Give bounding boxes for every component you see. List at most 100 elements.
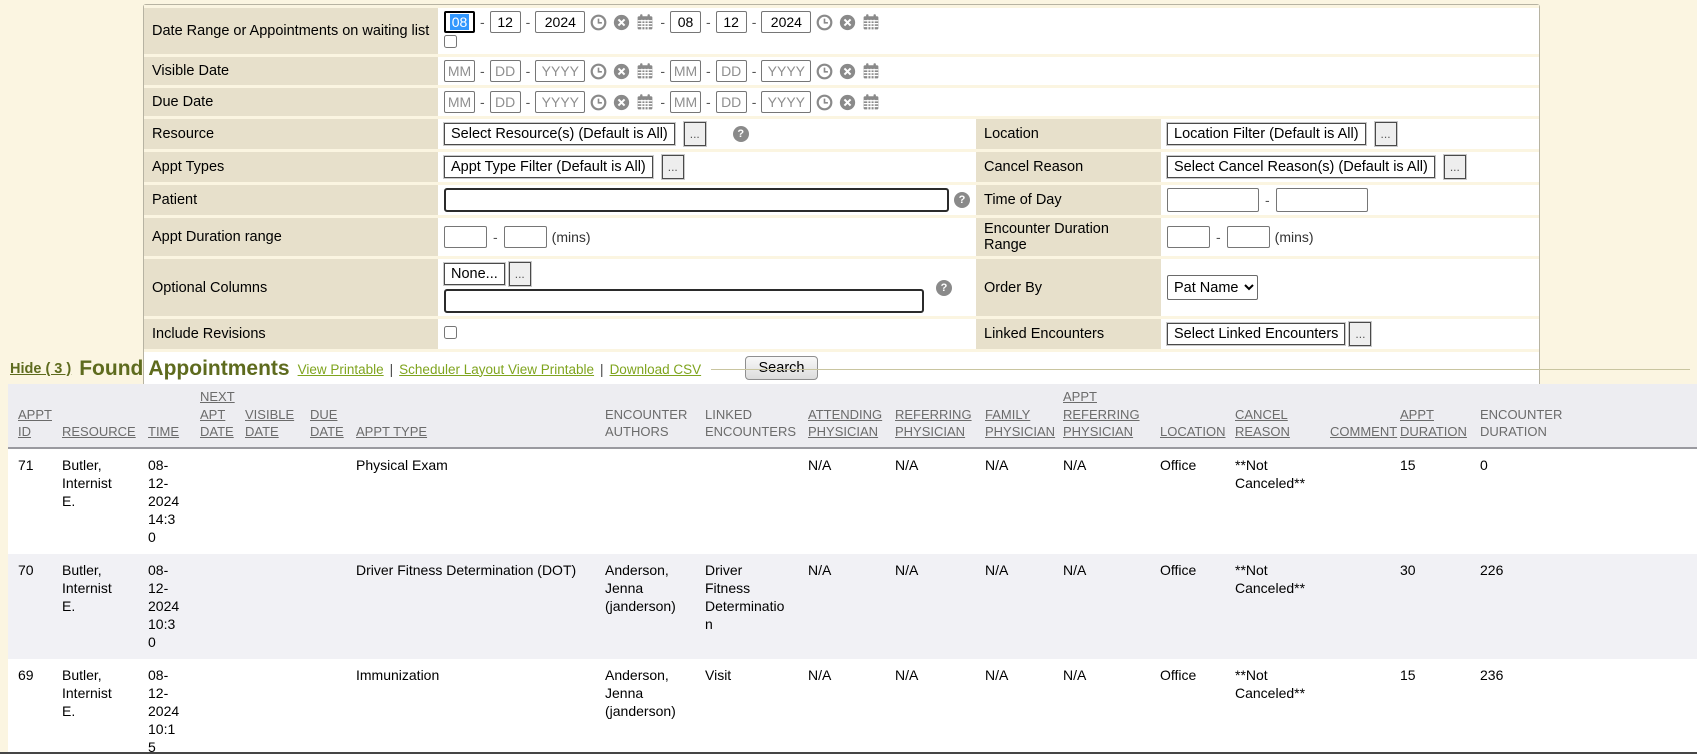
column-header-appt-type[interactable]: APPT TYPE <box>346 384 595 448</box>
encounter-duration-max-input[interactable] <box>1227 226 1270 248</box>
date-input-mm[interactable] <box>670 11 701 33</box>
column-sort-link-referring-physician[interactable]: REFERRING PHYSICIAN <box>895 407 972 440</box>
cancel-reason-filter-button[interactable]: Select Cancel Reason(s) (Default is All) <box>1167 156 1435 178</box>
column-header-referring-physician[interactable]: REFERRING PHYSICIAN <box>885 384 975 448</box>
date-input-yyyy[interactable] <box>761 60 811 82</box>
encounter-duration-range-label: Encounter Duration Range <box>976 218 1161 256</box>
patient-help-icon[interactable] <box>954 192 970 208</box>
column-header-next-apt-date[interactable]: NEXT APT DATE <box>190 384 235 448</box>
date-input-dd[interactable] <box>716 11 747 33</box>
calendar-icon[interactable] <box>862 93 880 111</box>
column-header-visible-date[interactable]: VISIBLE DATE <box>235 384 300 448</box>
date-separator: - <box>479 63 486 79</box>
column-sort-link-comment[interactable]: COMMENT <box>1330 424 1397 439</box>
column-header-due-date[interactable]: DUE DATE <box>300 384 346 448</box>
date-input-yyyy[interactable] <box>535 91 585 113</box>
location-filter-button[interactable]: Location Filter (Default is All) <box>1167 123 1366 145</box>
date-input-yyyy[interactable] <box>535 11 585 33</box>
calendar-icon[interactable] <box>636 13 654 31</box>
view-printable-link[interactable]: View Printable <box>298 362 384 377</box>
include-revisions-checkbox[interactable] <box>444 326 457 339</box>
column-header-attending-physician[interactable]: ATTENDING PHYSICIAN <box>798 384 885 448</box>
column-sort-link-resource[interactable]: RESOURCE <box>62 424 136 439</box>
clock-icon[interactable] <box>816 63 833 80</box>
calendar-icon[interactable] <box>636 62 654 80</box>
clear-icon[interactable] <box>839 14 856 31</box>
column-header-location[interactable]: LOCATION <box>1150 384 1225 448</box>
cell-cancel-reason: **Not Canceled** <box>1225 554 1320 659</box>
date-input-mm[interactable]: 08 <box>444 11 475 33</box>
appt-duration-max-input[interactable] <box>504 226 547 248</box>
resource-help-icon[interactable] <box>733 126 749 142</box>
column-header-cancel-reason[interactable]: CANCEL REASON <box>1225 384 1320 448</box>
column-sort-link-appt-id[interactable]: APPT ID <box>18 407 52 440</box>
column-sort-link-location[interactable]: LOCATION <box>1160 424 1226 439</box>
column-sort-link-family-physician[interactable]: FAMILY PHYSICIAN <box>985 407 1055 440</box>
column-header-appt-duration[interactable]: APPT DURATION <box>1390 384 1470 448</box>
cancel-reason-filter-more-button[interactable]: ... <box>1444 155 1466 179</box>
clock-icon[interactable] <box>590 63 607 80</box>
column-header-time[interactable]: TIME <box>138 384 190 448</box>
linked-encounters-button[interactable]: Select Linked Encounters <box>1167 323 1345 345</box>
date-input-mm[interactable] <box>670 91 701 113</box>
optional-columns-input[interactable] <box>444 289 924 313</box>
column-sort-link-cancel-reason[interactable]: CANCEL REASON <box>1235 407 1290 440</box>
calendar-icon[interactable] <box>636 93 654 111</box>
column-sort-link-appt-duration[interactable]: APPT DURATION <box>1400 407 1467 440</box>
column-sort-link-appt-referring-physician[interactable]: APPT REFERRING PHYSICIAN <box>1063 389 1140 439</box>
column-header-appt-referring-physician[interactable]: APPT REFERRING PHYSICIAN <box>1053 384 1150 448</box>
column-sort-link-attending-physician[interactable]: ATTENDING PHYSICIAN <box>808 407 882 440</box>
date-input-mm[interactable] <box>670 60 701 82</box>
clear-icon[interactable] <box>839 63 856 80</box>
column-sort-link-appt-type[interactable]: APPT TYPE <box>356 424 427 439</box>
optional-columns-more-button[interactable]: ... <box>509 262 531 286</box>
patient-input[interactable] <box>444 188 949 212</box>
order-by-select[interactable]: Pat Name <box>1167 275 1258 300</box>
calendar-icon[interactable] <box>862 13 880 31</box>
appt-type-filter-button[interactable]: Appt Type Filter (Default is All) <box>444 156 653 178</box>
encounter-duration-min-input[interactable] <box>1167 226 1210 248</box>
column-sort-link-visible-date[interactable]: VISIBLE DATE <box>245 407 294 440</box>
resource-filter-more-button[interactable]: ... <box>684 122 706 146</box>
waiting-list-checkbox[interactable] <box>444 35 457 48</box>
column-header-comment[interactable]: COMMENT <box>1320 384 1390 448</box>
clear-icon[interactable] <box>613 63 630 80</box>
clock-icon[interactable] <box>590 14 607 31</box>
location-field: Location Filter (Default is All) ... <box>1161 119 1539 149</box>
location-filter-more-button[interactable]: ... <box>1375 122 1397 146</box>
clear-icon[interactable] <box>613 14 630 31</box>
column-header-appt-id[interactable]: APPT ID <box>8 384 52 448</box>
clock-icon[interactable] <box>816 94 833 111</box>
download-csv-link[interactable]: Download CSV <box>610 362 702 377</box>
date-input-dd[interactable] <box>716 60 747 82</box>
clear-icon[interactable] <box>613 94 630 111</box>
date-input-mm[interactable] <box>444 60 475 82</box>
resource-filter-button[interactable]: Select Resource(s) (Default is All) <box>444 123 675 145</box>
appt-type-filter-more-button[interactable]: ... <box>662 155 684 179</box>
date-input-yyyy[interactable] <box>535 60 585 82</box>
hide-results-link[interactable]: Hide ( 3 ) <box>10 361 71 377</box>
calendar-icon[interactable] <box>862 62 880 80</box>
date-input-dd[interactable] <box>490 60 521 82</box>
column-sort-link-next-apt-date[interactable]: NEXT APT DATE <box>200 389 235 439</box>
clear-icon[interactable] <box>839 94 856 111</box>
date-input-dd[interactable] <box>490 91 521 113</box>
optional-columns-button[interactable]: None... <box>444 263 505 285</box>
optional-columns-help-icon[interactable] <box>936 280 952 296</box>
date-input-dd[interactable] <box>716 91 747 113</box>
time-of-day-start-input[interactable] <box>1167 188 1259 212</box>
column-sort-link-due-date[interactable]: DUE DATE <box>310 407 344 440</box>
scheduler-layout-view-printable-link[interactable]: Scheduler Layout View Printable <box>399 362 594 377</box>
linked-encounters-more-button[interactable]: ... <box>1349 322 1371 346</box>
column-header-family-physician[interactable]: FAMILY PHYSICIAN <box>975 384 1053 448</box>
column-header-resource[interactable]: RESOURCE <box>52 384 138 448</box>
clock-icon[interactable] <box>590 94 607 111</box>
date-input-yyyy[interactable] <box>761 91 811 113</box>
clock-icon[interactable] <box>816 14 833 31</box>
date-input-dd[interactable] <box>490 11 521 33</box>
date-input-mm[interactable] <box>444 91 475 113</box>
appt-duration-min-input[interactable] <box>444 226 487 248</box>
date-input-yyyy[interactable] <box>761 11 811 33</box>
column-sort-link-time[interactable]: TIME <box>148 424 179 439</box>
time-of-day-end-input[interactable] <box>1276 188 1368 212</box>
